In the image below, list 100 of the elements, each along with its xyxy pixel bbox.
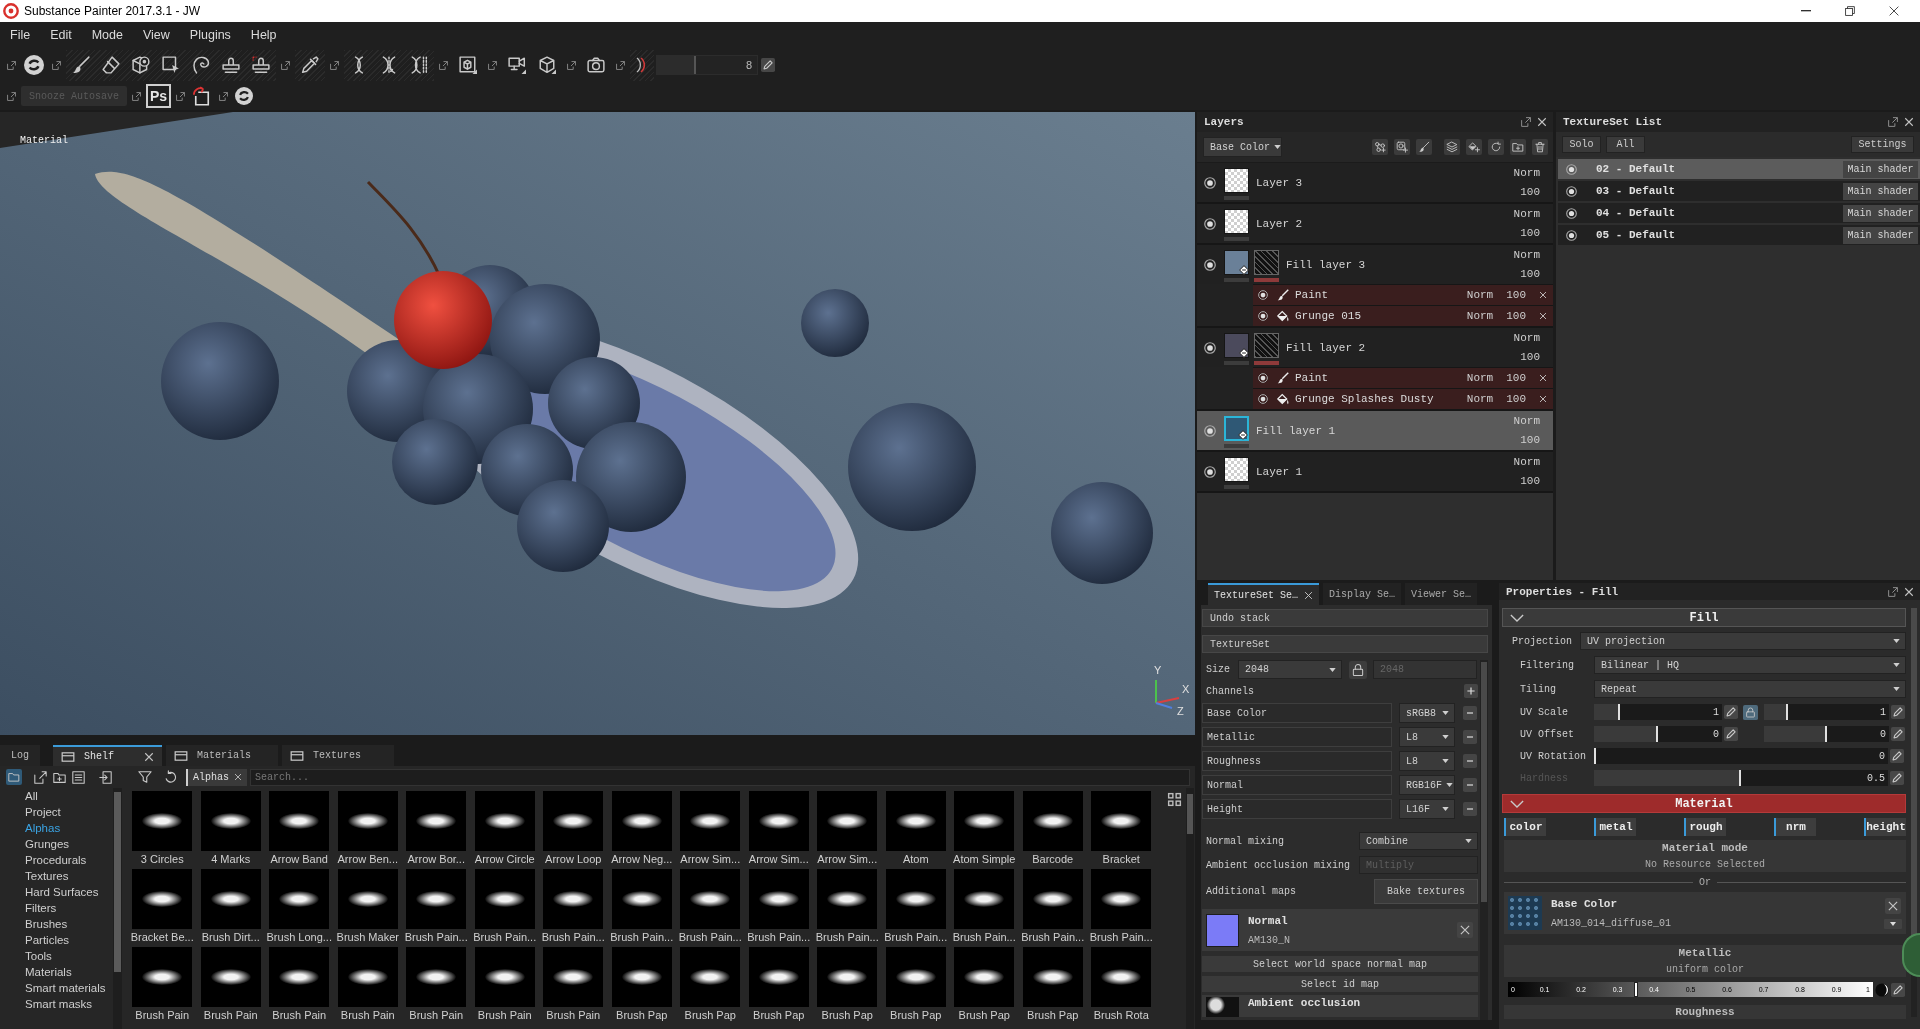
stamp-icon[interactable] (252, 56, 270, 74)
close-icon[interactable] (1889, 6, 1899, 16)
restore-icon[interactable] (1845, 6, 1855, 16)
alpha-thumbnail[interactable] (543, 947, 604, 1007)
format-dropdown[interactable]: L16F (1399, 799, 1455, 819)
roughness-header[interactable]: Roughness (1504, 1005, 1906, 1019)
undo-icon[interactable] (164, 770, 178, 784)
panel-tab[interactable]: Display Se… (1323, 583, 1402, 605)
category-item[interactable]: Brushes (0, 916, 113, 932)
alpha-thumbnail[interactable] (132, 791, 193, 851)
pop-out-icon[interactable] (132, 91, 141, 101)
category-item[interactable]: Hard Surfaces (0, 884, 113, 900)
alpha-thumbnail[interactable] (269, 791, 330, 851)
minus-icon[interactable] (1463, 802, 1477, 816)
settings-button[interactable]: Settings (1851, 136, 1914, 153)
category-item[interactable]: All (0, 788, 113, 804)
lock-icon[interactable] (1743, 704, 1758, 720)
pop-out-icon[interactable] (176, 91, 185, 101)
alpha-thumbnail[interactable] (885, 869, 946, 929)
minus-icon[interactable] (1463, 706, 1477, 720)
alpha-thumbnail[interactable] (474, 947, 535, 1007)
spiral-icon[interactable] (192, 56, 210, 74)
layer-row[interactable]: Fill layer 1 Norm 100 (1197, 411, 1553, 450)
category-item[interactable]: Textures (0, 868, 113, 884)
alpha-thumbnail[interactable] (337, 869, 398, 929)
textureset-bar[interactable]: TextureSet (1202, 635, 1488, 653)
category-item[interactable]: Tools (0, 948, 113, 964)
pop-out-icon[interactable] (439, 60, 448, 70)
alpha-thumbnail[interactable] (817, 947, 878, 1007)
scrollbar[interactable] (1186, 788, 1194, 1029)
visibility-icon[interactable] (1258, 311, 1268, 321)
size-dropdown[interactable]: 2048 (1238, 660, 1342, 679)
layer-thumbnail[interactable] (1224, 416, 1249, 441)
alpha-thumbnail[interactable] (406, 869, 467, 929)
trash-icon[interactable] (1532, 139, 1548, 155)
section-header[interactable]: Material (1502, 794, 1906, 813)
pencil-icon[interactable] (1891, 727, 1905, 741)
camera-icon[interactable] (587, 56, 605, 74)
cube-icon[interactable] (538, 56, 556, 74)
alpha-thumbnail[interactable] (611, 791, 672, 851)
close-icon[interactable] (1884, 897, 1902, 914)
channel-name-field[interactable]: Normal (1202, 775, 1392, 795)
menu-item[interactable]: Mode (81, 28, 133, 42)
alpha-thumbnail[interactable] (200, 869, 261, 929)
alpha-thumbnail[interactable] (954, 947, 1015, 1007)
alpha-thumbnail[interactable] (748, 869, 809, 929)
pencil-icon[interactable] (1724, 705, 1738, 719)
category-item[interactable]: Procedurals (0, 852, 113, 868)
alpha-thumbnail[interactable] (337, 791, 398, 851)
alpha-thumbnail[interactable] (611, 947, 672, 1007)
menu-item[interactable]: Plugins (179, 28, 241, 42)
menu-item[interactable]: Help (240, 28, 287, 42)
panel-tab[interactable]: Viewer Se… (1405, 583, 1478, 605)
dropdown[interactable]: UV projection (1580, 632, 1906, 650)
visibility-icon[interactable] (1204, 424, 1216, 437)
alpha-thumbnail[interactable] (1091, 947, 1152, 1007)
alpha-thumbnail[interactable] (1022, 869, 1083, 929)
channel-toggle[interactable]: rough (1684, 818, 1726, 836)
select-map-button[interactable]: Select world space normal map (1202, 956, 1478, 972)
alpha-thumbnail[interactable] (474, 791, 535, 851)
alpha-thumbnail[interactable] (748, 947, 809, 1007)
layers-icon[interactable] (1444, 139, 1460, 155)
folder-add-icon[interactable] (1510, 139, 1526, 155)
nodes-icon[interactable] (1372, 139, 1388, 155)
alpha-thumbnail[interactable] (954, 869, 1015, 929)
channel-name-field[interactable]: Height (1202, 799, 1392, 819)
panel-tab[interactable]: Shelf (53, 745, 162, 766)
alpha-thumbnail[interactable] (1022, 791, 1083, 851)
panel-tab[interactable]: Log (0, 745, 40, 766)
category-item[interactable]: Filters (0, 900, 113, 916)
category-item[interactable]: Alphas (0, 820, 113, 836)
visibility-icon[interactable] (1204, 217, 1216, 230)
category-item[interactable]: Smart materials (0, 980, 113, 996)
slider-track[interactable]: 0 (1594, 748, 1888, 764)
alpha-thumbnail[interactable] (885, 791, 946, 851)
visibility-icon[interactable] (1258, 373, 1268, 383)
alpha-thumbnail[interactable] (611, 869, 672, 929)
logo-icon[interactable] (235, 87, 253, 105)
effect-row[interactable]: Grunge 015 Norm 100 (1253, 305, 1553, 326)
channel-dropdown[interactable]: Base Color (1203, 137, 1282, 157)
alpha-thumbnail[interactable] (269, 947, 330, 1007)
pop-out-icon[interactable] (7, 60, 16, 70)
eraser-icon[interactable] (102, 56, 120, 74)
folder-add-icon[interactable] (53, 770, 66, 784)
dropdown[interactable]: Bilinear | HQ (1594, 656, 1906, 674)
cube-dot-icon[interactable] (132, 56, 150, 74)
symmetry-icon[interactable] (380, 56, 398, 74)
effect-row[interactable]: Paint Norm 100 (1253, 367, 1553, 388)
alpha-thumbnail[interactable] (680, 791, 741, 851)
alpha-thumbnail[interactable] (1091, 791, 1152, 851)
export-icon[interactable] (34, 770, 47, 784)
lock-icon[interactable] (1349, 660, 1367, 679)
visibility-icon[interactable] (1204, 258, 1216, 271)
alpha-thumbnail[interactable] (200, 791, 261, 851)
pop-out-icon[interactable] (488, 60, 497, 70)
slider-track[interactable]: 0 (1594, 726, 1722, 742)
panel-tab[interactable]: Textures (282, 745, 394, 766)
shader-button[interactable]: Main shader (1843, 160, 1918, 178)
minus-icon[interactable] (1463, 730, 1477, 744)
format-dropdown[interactable]: sRGB8 (1399, 703, 1455, 723)
